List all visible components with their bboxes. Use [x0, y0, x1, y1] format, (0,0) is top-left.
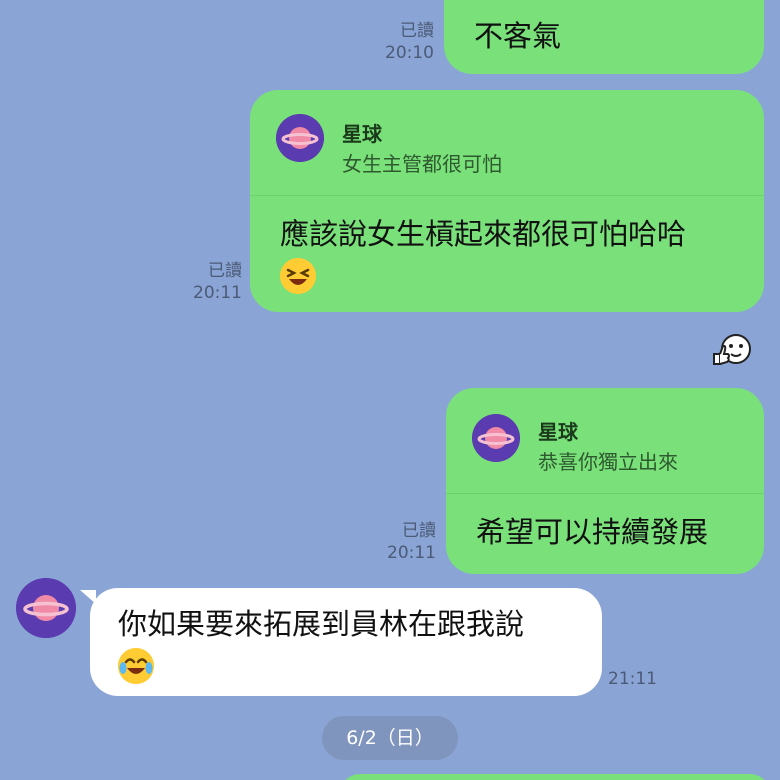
message-text: 你如果要來拓展到員林在跟我說 — [118, 604, 524, 684]
message-bubble-outgoing[interactable]: 星球 恭喜你獨立出來 希望可以持續發展 — [446, 388, 764, 574]
message-meta: 21:11 — [608, 668, 664, 690]
message-time: 21:11 — [608, 669, 657, 689]
reply-preview[interactable]: 星球 女生主管都很可怕 — [250, 90, 764, 196]
reply-quoted-text: 女生主管都很可怕 — [342, 152, 502, 176]
thumbs-up-face-sticker-icon[interactable] — [710, 330, 752, 370]
message-meta: 已讀 20:11 — [178, 260, 242, 304]
message-bubble-outgoing[interactable]: 不客氣 — [444, 0, 764, 74]
tears-of-joy-emoji — [118, 648, 154, 684]
message-text: 希望可以持續發展 — [476, 515, 709, 549]
read-receipt: 已讀 — [402, 521, 436, 541]
reply-sender-name: 星球 — [342, 122, 382, 146]
read-receipt: 已讀 — [208, 261, 242, 281]
message-meta: 已讀 20:10 — [370, 20, 434, 64]
reply-quoted-text: 恭喜你獨立出來 — [538, 450, 678, 474]
planet-avatar-icon — [472, 414, 520, 462]
message-time: 20:11 — [387, 543, 436, 563]
message-bubble-incoming[interactable]: 你如果要來拓展到員林在跟我說 — [90, 588, 602, 696]
message-time: 20:11 — [193, 283, 242, 303]
reply-sender-name: 星球 — [538, 420, 578, 444]
reply-preview[interactable]: 星球 恭喜你獨立出來 — [446, 388, 764, 494]
message-text: 不客氣 — [474, 19, 562, 53]
message-bubble-outgoing-partial[interactable] — [340, 774, 770, 780]
planet-avatar-icon — [276, 114, 324, 162]
laughing-squint-emoji — [280, 258, 316, 294]
read-receipt: 已讀 — [400, 21, 434, 41]
message-bubble-outgoing[interactable]: 星球 女生主管都很可怕 應該說女生槓起來都很可怕哈哈 — [250, 90, 764, 312]
date-separator: 6/2（日） — [322, 716, 458, 760]
message-time: 20:10 — [385, 43, 434, 63]
sender-avatar[interactable] — [16, 578, 76, 638]
message-text: 應該說女生槓起來都很可怕哈哈 — [280, 214, 686, 294]
bubble-tail — [80, 590, 96, 604]
message-meta: 已讀 20:11 — [372, 520, 436, 564]
